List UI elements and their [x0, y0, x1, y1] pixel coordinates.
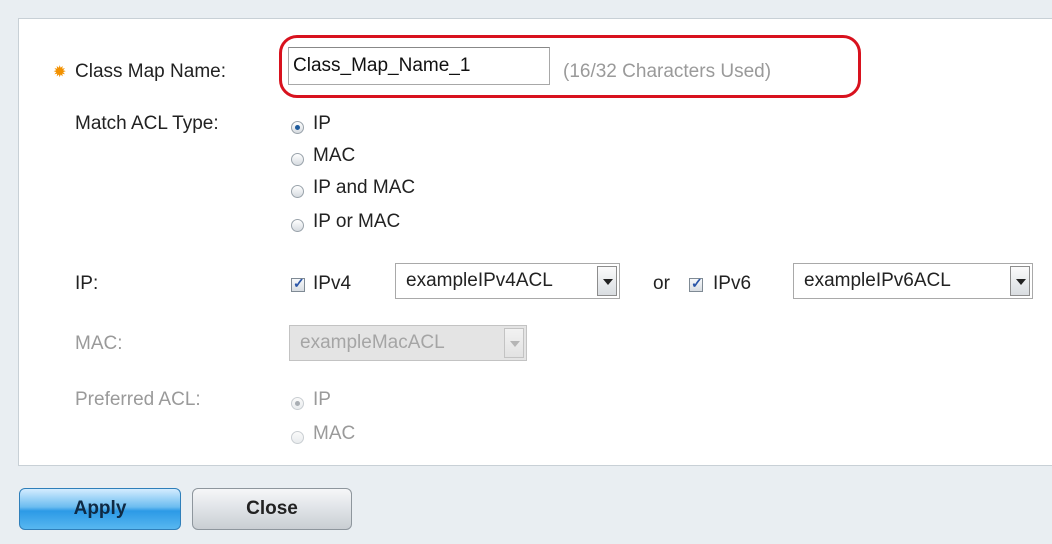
match-acl-option-ip-or-mac: IP or MAC [313, 211, 401, 232]
ipv6-acl-select[interactable]: exampleIPv6ACL [793, 263, 1033, 299]
match-acl-option-ip: IP [313, 113, 331, 134]
ipv4-acl-select-value: exampleIPv4ACL [406, 270, 553, 291]
match-acl-radio-ip[interactable] [291, 121, 304, 134]
match-acl-option-ip-and-mac: IP and MAC [313, 177, 416, 198]
match-acl-radio-ip-or-mac[interactable] [291, 219, 304, 232]
ipv6-checkbox[interactable]: ✓ [689, 275, 703, 292]
match-acl-radio-mac[interactable] [291, 153, 304, 166]
match-acl-radio-ip-and-mac[interactable] [291, 185, 304, 198]
mac-label: MAC: [75, 333, 123, 354]
class-map-name-input[interactable] [288, 47, 550, 85]
chevron-down-icon [504, 328, 524, 358]
mac-acl-select[interactable]: exampleMacACL [289, 325, 527, 361]
required-gear-icon: ✹ [53, 64, 67, 81]
close-button[interactable]: Close [192, 488, 352, 530]
or-label: or [653, 273, 670, 294]
preferred-acl-option-mac: MAC [313, 423, 356, 444]
match-acl-type-label: Match ACL Type: [75, 113, 219, 134]
form-panel: ✹ Class Map Name: (16/32 Characters Used… [18, 18, 1052, 466]
preferred-acl-radio-ip[interactable] [291, 397, 304, 410]
mac-acl-select-value: exampleMacACL [300, 332, 445, 353]
match-acl-option-mac: MAC [313, 145, 356, 166]
class-map-name-char-count: (16/32 Characters Used) [563, 61, 772, 82]
ipv6-acl-select-value: exampleIPv6ACL [804, 270, 951, 291]
chevron-down-icon [1010, 266, 1030, 296]
ip-label: IP: [75, 273, 99, 294]
preferred-acl-label: Preferred ACL: [75, 389, 201, 410]
class-map-name-label: Class Map Name: [75, 61, 226, 82]
chevron-down-icon [597, 266, 617, 296]
ipv6-label: IPv6 [713, 273, 752, 294]
ipv4-checkbox[interactable]: ✓ [291, 275, 305, 292]
apply-button[interactable]: Apply [19, 488, 181, 530]
ipv4-acl-select[interactable]: exampleIPv4ACL [395, 263, 620, 299]
ipv4-label: IPv4 [313, 273, 352, 294]
preferred-acl-option-ip: IP [313, 389, 331, 410]
preferred-acl-radio-mac[interactable] [291, 431, 304, 444]
